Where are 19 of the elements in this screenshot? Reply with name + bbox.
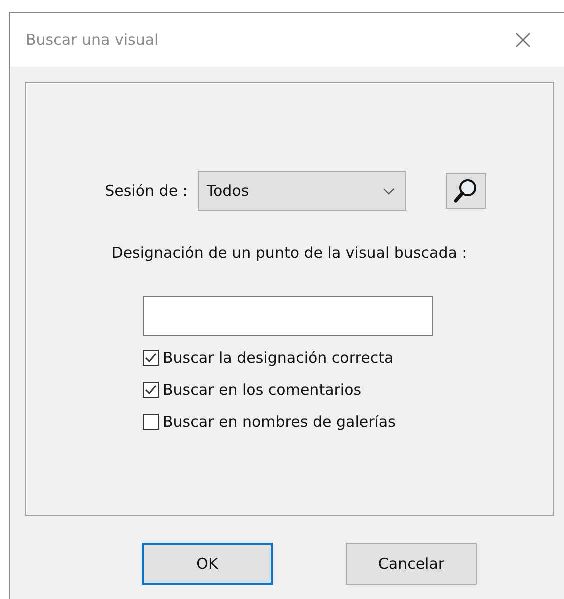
close-button[interactable]: × [512, 26, 535, 54]
checkbox-option[interactable]: Buscar en los comentarios [143, 381, 396, 399]
caret-icon [382, 188, 395, 194]
checkbox[interactable] [143, 382, 159, 398]
session-label: Sesión de : [105, 182, 188, 200]
designation-field[interactable] [143, 296, 433, 336]
session-dropdown[interactable]: Todos [198, 171, 406, 211]
checkbox-option[interactable]: Buscar en nombres de galerías [143, 413, 396, 431]
window-title: Buscar una visual [26, 31, 159, 49]
search-icon [454, 178, 478, 204]
ok-button[interactable]: OK [142, 543, 273, 585]
designation-label: Designación de un punto de la visual buscada : [112, 244, 468, 262]
search-button[interactable] [446, 173, 486, 209]
checkbox[interactable] [143, 414, 159, 430]
cancel-button[interactable]: Cancelar [346, 543, 477, 585]
checkbox-option[interactable]: Buscar la designación correcta [143, 349, 396, 367]
check-icon [145, 353, 157, 363]
check-icon [145, 385, 157, 395]
checkbox[interactable] [143, 350, 159, 366]
